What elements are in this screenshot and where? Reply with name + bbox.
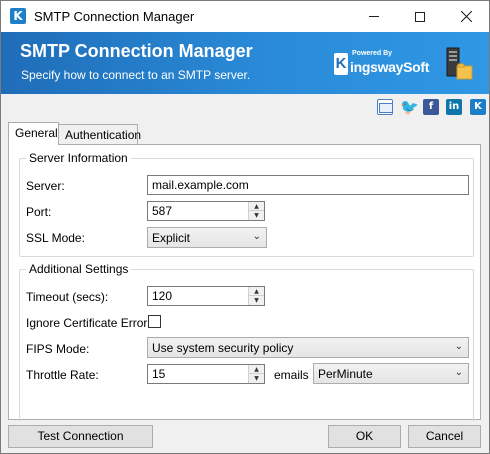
close-button[interactable] bbox=[443, 1, 489, 32]
port-up-icon[interactable]: ▲ bbox=[249, 202, 264, 211]
ok-button[interactable]: OK bbox=[328, 425, 401, 448]
ssl-mode-label: SSL Mode: bbox=[26, 231, 85, 245]
port-value: 587 bbox=[152, 204, 173, 218]
server-icon bbox=[446, 47, 473, 80]
fips-mode-select[interactable]: Use system security policy ⌄ bbox=[147, 337, 469, 358]
tab-general[interactable]: General bbox=[8, 122, 59, 145]
throttle-up-icon[interactable]: ▲ bbox=[249, 365, 264, 374]
throttle-down-icon[interactable]: ▼ bbox=[249, 374, 264, 383]
kingswaysoft-icon[interactable]: K bbox=[470, 99, 486, 115]
throttle-rate-label: Throttle Rate: bbox=[26, 368, 99, 382]
tab-authentication[interactable]: Authentication bbox=[58, 124, 141, 144]
title-bar: K SMTP Connection Manager bbox=[1, 1, 489, 32]
timeout-value: 120 bbox=[152, 289, 173, 303]
general-tab-panel: Server Information Server: mail.example.… bbox=[8, 144, 481, 422]
timeout-up-icon[interactable]: ▲ bbox=[249, 287, 264, 296]
ignore-cert-errors-label: Ignore Certificate Errors: bbox=[26, 316, 157, 330]
chevron-down-icon: ⌄ bbox=[252, 231, 261, 242]
ssl-mode-value: Explicit bbox=[152, 231, 191, 245]
smtp-connection-manager-window: K SMTP Connection Manager SMTP Connectio… bbox=[0, 0, 490, 454]
twitter-icon[interactable]: 🐦 bbox=[400, 99, 419, 115]
banner-title: SMTP Connection Manager bbox=[20, 41, 253, 61]
throttle-period-select[interactable]: PerMinute ⌄ bbox=[313, 363, 469, 384]
timeout-stepper[interactable]: 120 ▲ ▼ bbox=[147, 286, 265, 306]
additional-settings-legend: Additional Settings bbox=[29, 262, 129, 276]
banner-subtitle: Specify how to connect to an SMTP server… bbox=[21, 68, 251, 82]
cancel-button[interactable]: Cancel bbox=[408, 425, 481, 448]
throttle-rate-value: 15 bbox=[152, 367, 166, 381]
maximize-button[interactable] bbox=[397, 1, 443, 32]
window-title: SMTP Connection Manager bbox=[34, 9, 195, 24]
facebook-icon[interactable]: f bbox=[423, 99, 439, 115]
kingswaysoft-logo: Powered By K ingswaySoft bbox=[334, 50, 430, 75]
fips-mode-value: Use system security policy bbox=[152, 341, 294, 355]
throttle-period-value: PerMinute bbox=[318, 367, 373, 381]
linkedin-icon[interactable]: in bbox=[446, 99, 462, 115]
chevron-down-icon: ⌄ bbox=[454, 341, 463, 352]
chevron-down-icon: ⌄ bbox=[454, 367, 463, 378]
port-down-icon[interactable]: ▼ bbox=[249, 211, 264, 220]
test-connection-button[interactable]: Test Connection bbox=[8, 425, 153, 448]
header-banner: SMTP Connection Manager Specify how to c… bbox=[1, 32, 489, 94]
throttle-unit-label: emails bbox=[274, 368, 309, 382]
mail-icon[interactable] bbox=[377, 99, 393, 115]
kingswaysoft-app-icon: K bbox=[10, 8, 26, 24]
port-stepper[interactable]: 587 ▲ ▼ bbox=[147, 201, 265, 221]
timeout-down-icon[interactable]: ▼ bbox=[249, 296, 264, 305]
minimize-button[interactable] bbox=[351, 1, 397, 32]
server-information-legend: Server Information bbox=[29, 151, 128, 165]
ignore-cert-errors-checkbox[interactable] bbox=[148, 315, 161, 328]
timeout-label: Timeout (secs): bbox=[26, 290, 109, 304]
throttle-rate-stepper[interactable]: 15 ▲ ▼ bbox=[147, 364, 265, 384]
server-input[interactable]: mail.example.com bbox=[147, 175, 469, 195]
port-label: Port: bbox=[26, 205, 52, 219]
fips-mode-label: FIPS Mode: bbox=[26, 342, 90, 356]
close-icon bbox=[460, 11, 472, 22]
server-label: Server: bbox=[26, 179, 65, 193]
ssl-mode-select[interactable]: Explicit ⌄ bbox=[147, 227, 267, 248]
